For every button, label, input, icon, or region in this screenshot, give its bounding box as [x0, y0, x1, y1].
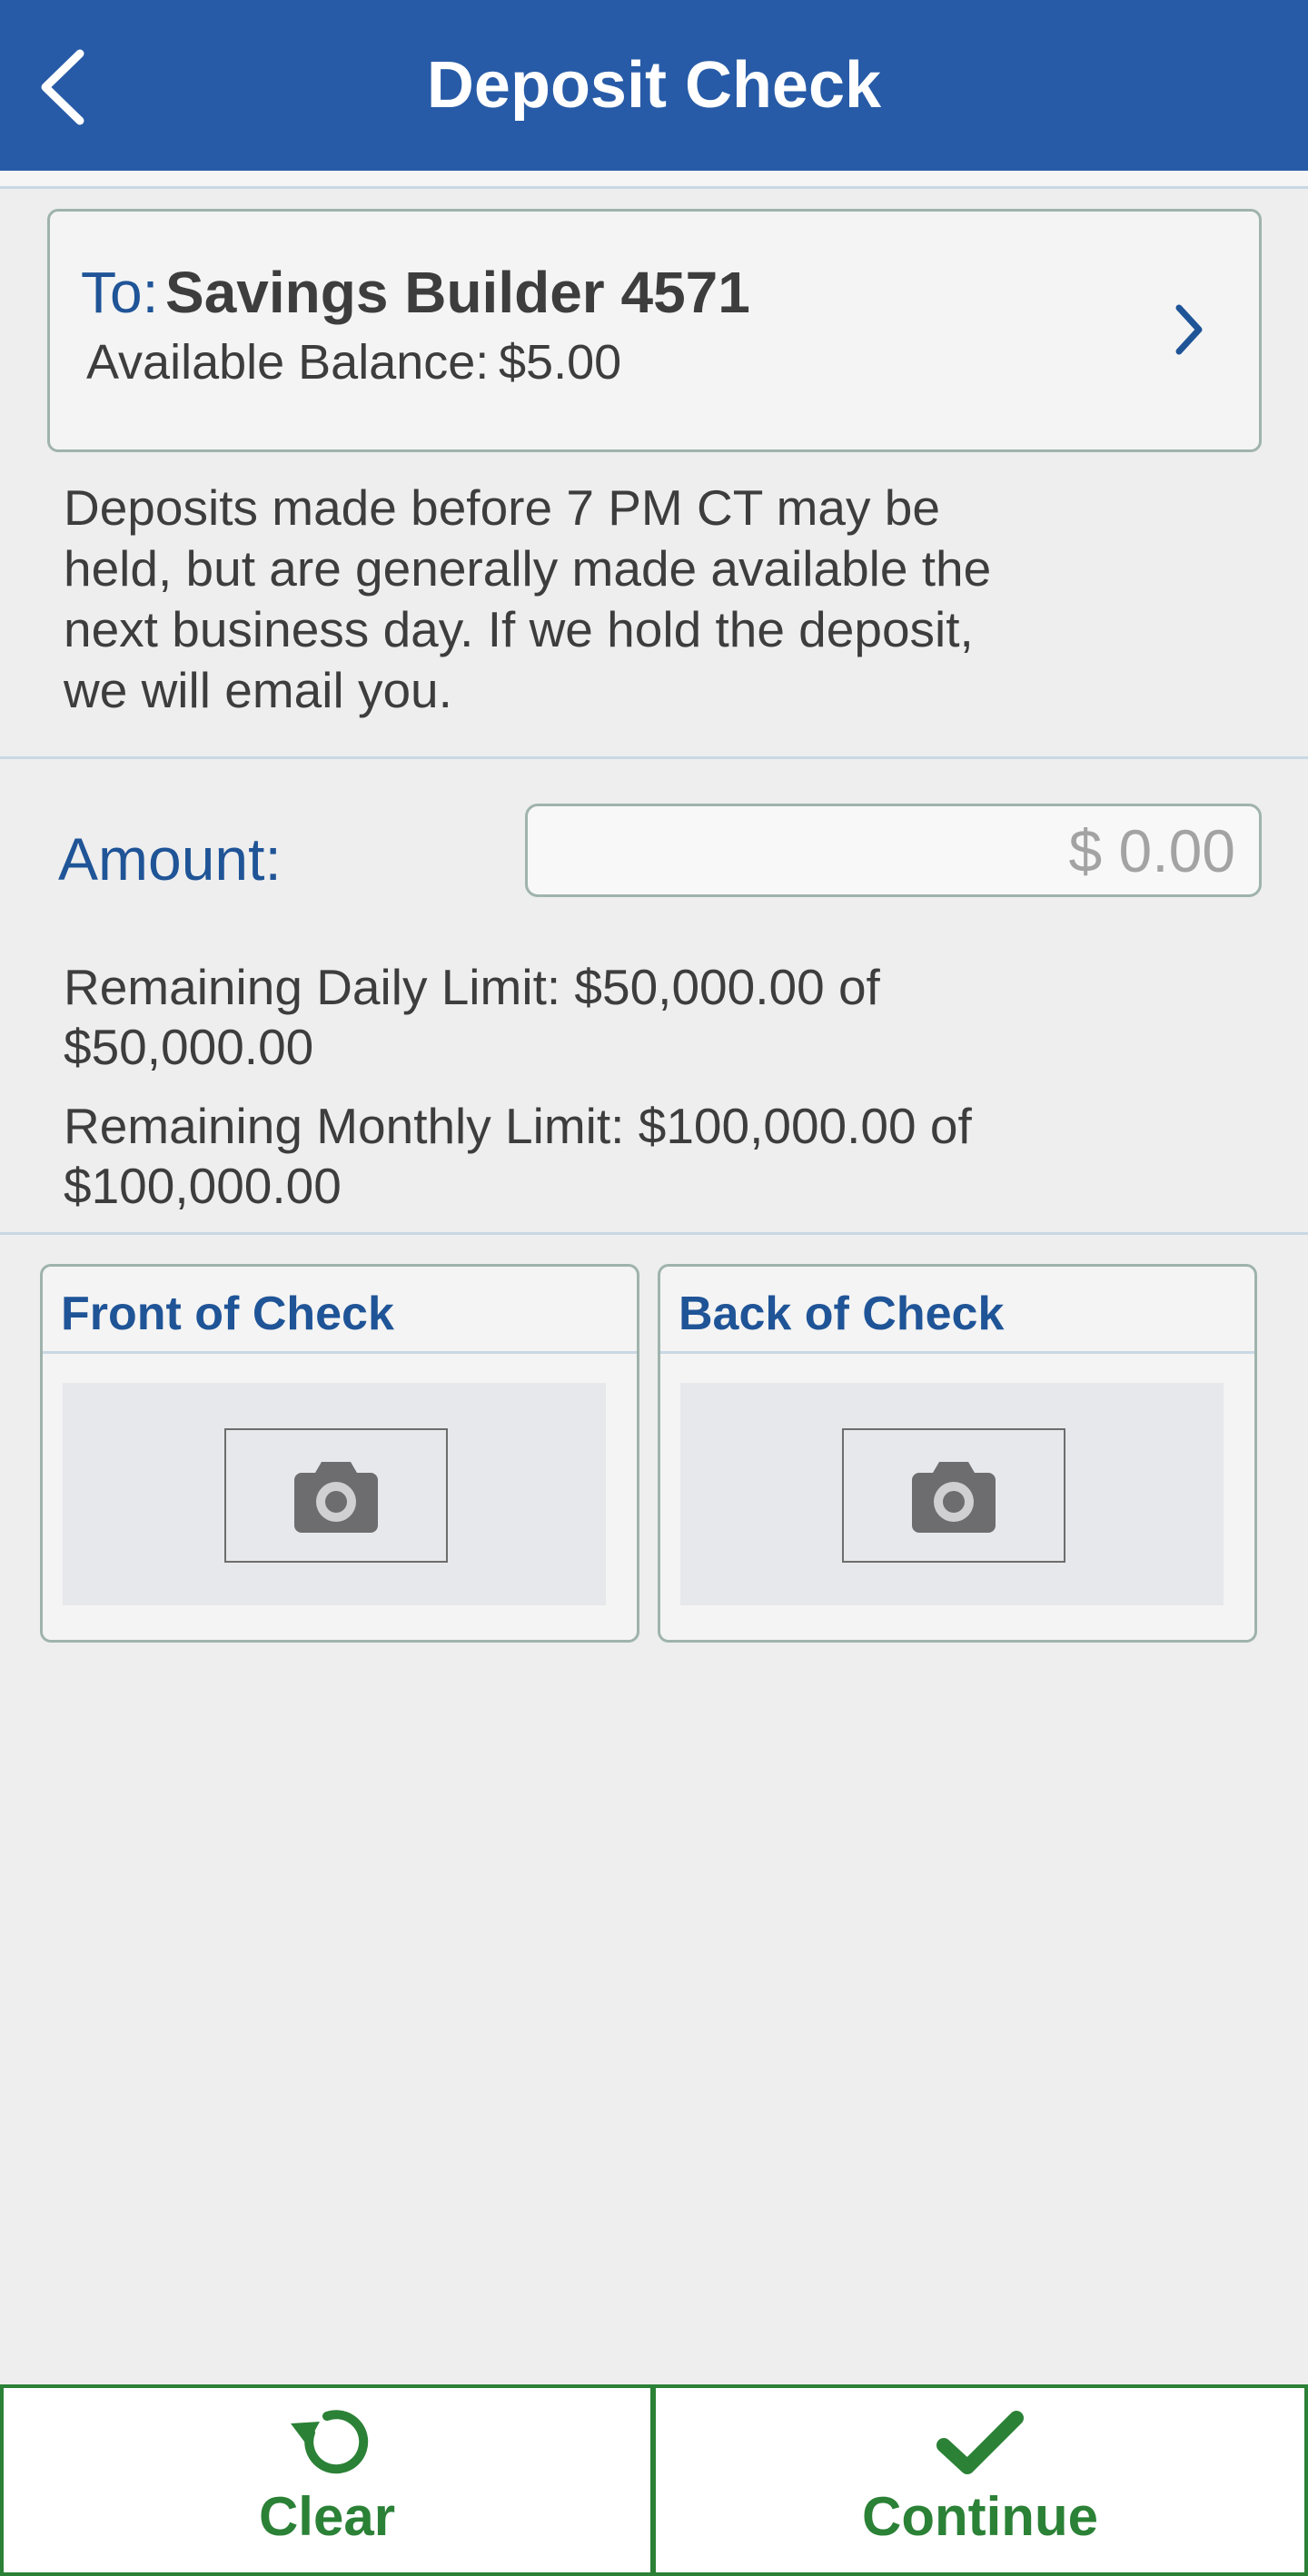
- front-of-check-title: Front of Check: [61, 1288, 394, 1340]
- chevron-right-icon: [1175, 304, 1203, 355]
- amount-input[interactable]: [525, 804, 1262, 897]
- back-button[interactable]: [36, 42, 136, 133]
- camera-button[interactable]: [224, 1428, 448, 1563]
- front-of-check-card: Front of Check: [40, 1264, 639, 1643]
- clear-button[interactable]: Clear: [0, 2384, 654, 2576]
- to-label: To:: [81, 260, 159, 325]
- camera-icon: [294, 1462, 378, 1533]
- bottom-action-bar: Clear Continue: [0, 2384, 1308, 2576]
- refresh-icon: [291, 2410, 369, 2474]
- available-balance-value: $5.00: [499, 335, 622, 390]
- continue-button[interactable]: Continue: [654, 2384, 1308, 2576]
- daily-limit-text: Remaining Daily Limit: $50,000.00 of $50…: [64, 959, 880, 1075]
- card-divider: [660, 1351, 1254, 1354]
- back-of-check-title: Back of Check: [679, 1288, 1005, 1340]
- amount-label: Amount:: [58, 825, 282, 893]
- account-name: Savings Builder 4571: [165, 260, 750, 325]
- section-divider: [0, 1232, 1308, 1235]
- to-account-selector[interactable]: To: Savings Builder 4571 Available Balan…: [47, 209, 1262, 452]
- card-divider: [43, 1351, 637, 1354]
- monthly-limit-text: Remaining Monthly Limit: $100,000.00 of …: [64, 1098, 972, 1214]
- continue-label: Continue: [862, 2486, 1098, 2547]
- camera-button[interactable]: [842, 1428, 1065, 1563]
- back-of-check-card: Back of Check: [658, 1264, 1257, 1643]
- camera-icon: [912, 1462, 996, 1533]
- deposit-hold-notice: Deposits made before 7 PM CT may be held…: [64, 479, 992, 718]
- front-of-check-capture[interactable]: [63, 1383, 606, 1605]
- header-spacer: [0, 171, 1308, 189]
- section-divider: [0, 756, 1308, 759]
- header-bar: Deposit Check: [0, 0, 1308, 171]
- back-of-check-capture[interactable]: [680, 1383, 1224, 1605]
- clear-label: Clear: [258, 2486, 396, 2547]
- page-title: Deposit Check: [426, 49, 882, 122]
- checkmark-icon: [936, 2411, 1024, 2474]
- chevron-left-icon: [41, 49, 84, 125]
- available-balance-label: Available Balance:: [86, 335, 490, 390]
